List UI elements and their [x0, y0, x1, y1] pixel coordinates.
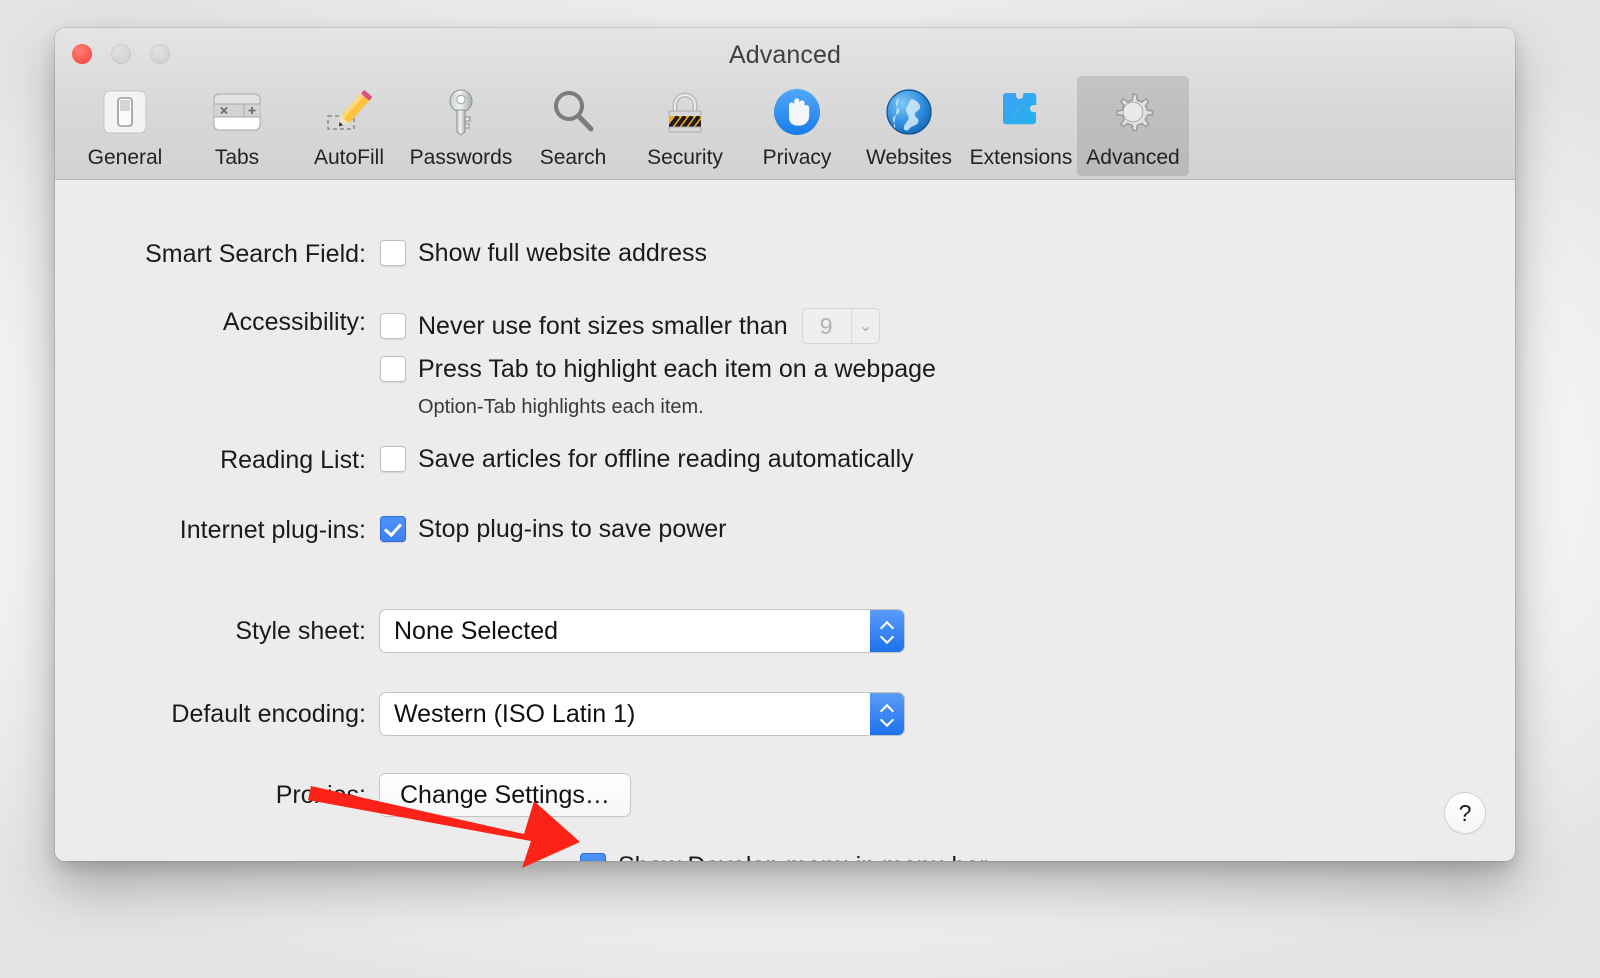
toolbar-item-label: Advanced [1086, 146, 1180, 169]
style-sheet-value: None Selected [394, 616, 559, 645]
smart-search-field-label: Smart Search Field: [145, 240, 366, 268]
checkbox-box[interactable] [380, 446, 406, 472]
popup-stepper-arrows-icon[interactable] [870, 693, 904, 735]
toolbar-item-search[interactable]: Search [517, 76, 629, 176]
key-icon [431, 82, 491, 142]
default-encoding-select[interactable]: Western (ISO Latin 1) [380, 693, 904, 735]
window-title: Advanced [729, 41, 841, 69]
chevron-down-icon[interactable]: ⌄ [852, 308, 880, 344]
help-button[interactable]: ? [1445, 793, 1485, 833]
toolbar-item-security[interactable]: Security [629, 76, 741, 176]
default-encoding-value: Western (ISO Latin 1) [394, 699, 636, 728]
stop-plugins-save-power-checkbox[interactable]: Stop plug-ins to save power [380, 516, 727, 542]
change-settings-button[interactable]: Change Settings… [380, 774, 630, 816]
setting-row-style-sheet: Style sheet: None Selected [130, 610, 904, 652]
globe-icon [879, 82, 939, 142]
gear-icon [1103, 82, 1163, 142]
toolbar-item-label: AutoFill [313, 146, 385, 169]
window-titlebar: Advanced General Tabs AutoFill Passwords… [55, 28, 1515, 180]
padlock-icon [655, 82, 715, 142]
desktop-background: Advanced General Tabs AutoFill Passwords… [0, 0, 1600, 978]
checkbox-box[interactable] [380, 313, 406, 339]
checkbox-box[interactable] [580, 853, 606, 861]
setting-row-reading-list: Reading List: Save articles for offline … [130, 446, 914, 475]
toolbar-item-label: Privacy [762, 146, 832, 169]
checkbox-label: Save articles for offline reading automa… [418, 445, 914, 473]
checkbox-box[interactable] [380, 356, 406, 382]
setting-row-develop-menu: Show Develop menu in menu bar [580, 853, 988, 861]
chevron-down-icon [881, 633, 894, 641]
toolbar-item-advanced[interactable]: Advanced [1077, 76, 1189, 176]
show-develop-menu-checkbox[interactable]: Show Develop menu in menu bar [580, 853, 988, 861]
minimum-font-size-select[interactable]: 9 ⌄ [801, 308, 880, 344]
toolbar-item-label: Extensions [969, 146, 1073, 169]
checkbox-label: Press Tab to highlight each item on a we… [418, 355, 936, 383]
chevron-up-icon [881, 622, 894, 630]
toolbar-item-privacy[interactable]: Privacy [741, 76, 853, 176]
reading-list-label: Reading List: [220, 446, 366, 474]
pencil-icon [319, 82, 379, 142]
default-encoding-label: Default encoding: [171, 699, 366, 728]
setting-row-smart-search: Smart Search Field: Show full website ad… [130, 240, 707, 269]
toolbar-item-autofill[interactable]: AutoFill [293, 76, 405, 176]
general-switch-icon [95, 82, 155, 142]
toolbar-item-label: Websites [866, 146, 952, 169]
checkbox-box[interactable] [380, 516, 406, 542]
press-tab-highlight-checkbox[interactable]: Press Tab to highlight each item on a we… [380, 356, 936, 382]
style-sheet-select[interactable]: None Selected [380, 610, 904, 652]
toolbar-item-general[interactable]: General [69, 76, 181, 176]
minimum-font-size-value: 9 [819, 312, 833, 339]
checkbox-label: Show full website address [418, 239, 708, 267]
toolbar-item-tabs[interactable]: Tabs [181, 76, 293, 176]
tabs-icon [207, 82, 267, 142]
toolbar-item-label: Passwords [409, 146, 513, 169]
chevron-up-icon [881, 705, 894, 713]
toolbar-item-passwords[interactable]: Passwords [405, 76, 517, 176]
checkbox-label: Show Develop menu in menu bar [618, 853, 988, 861]
checkbox-box[interactable] [380, 240, 406, 266]
toolbar-item-label: Security [647, 146, 723, 169]
preferences-content-advanced: Smart Search Field: Show full website ad… [55, 180, 1515, 861]
safari-preferences-window: Advanced General Tabs AutoFill Passwords… [55, 28, 1515, 861]
setting-row-default-encoding: Default encoding: Western (ISO Latin 1) [130, 693, 904, 735]
hand-icon [767, 82, 827, 142]
toolbar-item-extensions[interactable]: Extensions [965, 76, 1077, 176]
checkbox-label: Stop plug-ins to save power [418, 515, 727, 543]
setting-row-proxies: Proxies: Change Settings… [130, 774, 630, 816]
puzzle-compass-icon [991, 82, 1051, 142]
toolbar-item-label: Search [539, 146, 607, 169]
accessibility-label: Accessibility: [222, 308, 366, 336]
style-sheet-label: Style sheet: [235, 616, 366, 645]
setting-row-internet-plugins: Internet plug-ins: Stop plug-ins to save… [130, 516, 727, 545]
internet-plugins-label: Internet plug-ins: [179, 516, 366, 544]
setting-row-accessibility: Accessibility: Never use font sizes smal… [130, 308, 936, 419]
toolbar-item-label: Tabs [214, 146, 260, 169]
save-articles-offline-checkbox[interactable]: Save articles for offline reading automa… [380, 446, 914, 472]
show-full-website-address-checkbox[interactable]: Show full website address [380, 240, 707, 266]
magnifier-icon [543, 82, 603, 142]
popup-stepper-arrows-icon[interactable] [870, 610, 904, 652]
toolbar-item-label: General [87, 146, 163, 169]
preferences-toolbar: General Tabs AutoFill Passwords Search S… [69, 76, 1501, 176]
chevron-down-icon [881, 716, 894, 724]
checkbox-label: Never use font sizes smaller than [418, 312, 788, 340]
proxies-label: Proxies: [275, 780, 366, 809]
option-tab-hint: Option-Tab highlights each item. [418, 396, 704, 418]
never-use-font-sizes-checkbox[interactable]: Never use font sizes smaller than 9 ⌄ [380, 308, 936, 344]
toolbar-item-websites[interactable]: Websites [853, 76, 965, 176]
